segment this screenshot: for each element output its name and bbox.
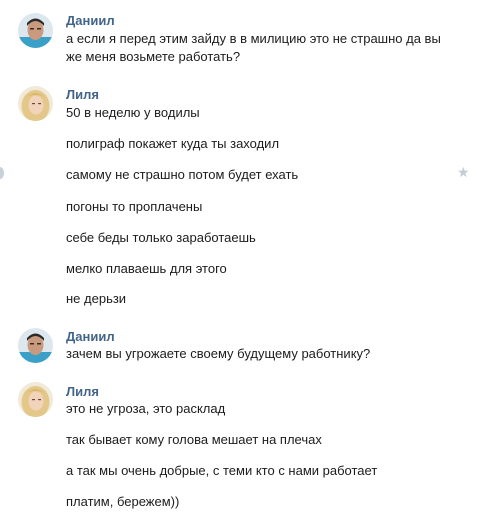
avatar[interactable] bbox=[18, 328, 53, 363]
star-icon[interactable]: ★ bbox=[457, 165, 470, 179]
avatar[interactable] bbox=[18, 86, 53, 121]
side-scroll-indicator[interactable] bbox=[0, 167, 4, 179]
avatar-woman-icon bbox=[18, 86, 53, 121]
message-author[interactable]: Даниил bbox=[66, 329, 115, 344]
message-author[interactable]: Лиля bbox=[66, 87, 99, 102]
message-author[interactable]: Даниил bbox=[66, 13, 115, 28]
message-text: самому не страшно потом будет ехать bbox=[66, 167, 299, 182]
message-text: же меня возьмете работать? bbox=[66, 49, 241, 64]
avatar-woman-icon bbox=[18, 382, 53, 417]
chat-history: ★ Даниил а если я перед этим зайду в в м… bbox=[0, 0, 477, 525]
message-text: 50 в неделю у водилы bbox=[66, 105, 200, 120]
message-text: мелко плаваешь для этого bbox=[66, 261, 227, 276]
message-text: погоны то проплачены bbox=[66, 199, 203, 214]
message-text: так бывает кому голова мешает на плечах bbox=[66, 432, 322, 447]
message-author[interactable]: Лиля bbox=[66, 384, 99, 399]
message-text: себе беды только заработаешь bbox=[66, 230, 256, 245]
message-text: а так мы очень добрые, с теми кто с нами… bbox=[66, 463, 378, 478]
avatar[interactable] bbox=[18, 13, 53, 48]
message-text: не дерьзи bbox=[66, 291, 127, 306]
message-text: платим, бережем)) bbox=[66, 494, 180, 509]
message-text: полиграф покажет куда ты заходил bbox=[66, 136, 280, 151]
avatar-man-icon bbox=[18, 13, 53, 48]
message-text: а если я перед этим зайду в в милицию эт… bbox=[66, 31, 441, 46]
message-text: это не угроза, это расклад bbox=[66, 401, 226, 416]
avatar[interactable] bbox=[18, 382, 53, 417]
message-text: зачем вы угрожаете своему будущему работ… bbox=[66, 346, 371, 361]
avatar-man-icon bbox=[18, 328, 53, 363]
